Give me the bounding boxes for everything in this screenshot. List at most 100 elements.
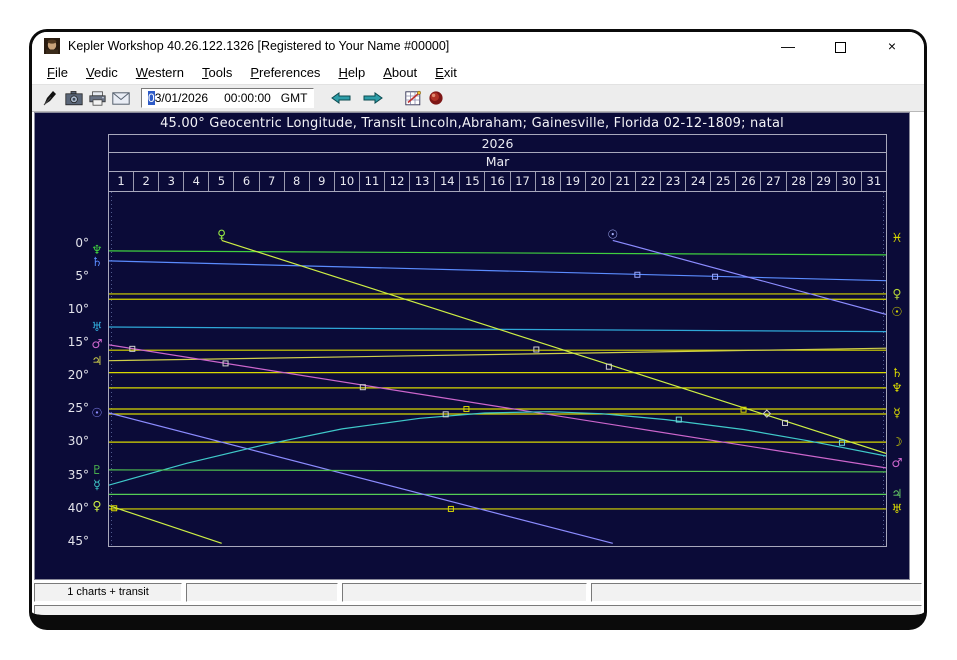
- year-row: 2026: [109, 135, 886, 153]
- left-glyph-sun: ☉: [88, 405, 106, 421]
- day-cell: 1: [109, 172, 134, 191]
- transit-line-neptune: [109, 251, 886, 255]
- left-arrow-icon: [331, 92, 351, 104]
- aspect-marker: [839, 440, 844, 445]
- y-axis-label: 15°: [51, 335, 89, 349]
- menu-item-vedic[interactable]: Vedic: [77, 62, 127, 83]
- day-cell: 9: [310, 172, 335, 191]
- draw-button[interactable]: [40, 87, 62, 109]
- envelope-icon: [112, 92, 130, 105]
- y-axis-label: 20°: [51, 368, 89, 382]
- date-text: 3/01/2026: [155, 91, 208, 105]
- maximize-button[interactable]: [818, 32, 862, 60]
- close-button[interactable]: ×: [870, 32, 914, 60]
- day-cell: 16: [485, 172, 510, 191]
- day-cell: 23: [661, 172, 686, 191]
- transit-line-mercury: [109, 412, 886, 485]
- left-glyph-venus: ♀: [88, 498, 106, 514]
- status-bar: 1 charts + transit: [34, 583, 922, 602]
- email-button[interactable]: [109, 87, 133, 109]
- day-cell: 22: [636, 172, 661, 191]
- transit-line-saturn: [109, 261, 886, 281]
- minimize-button[interactable]: —: [766, 32, 810, 60]
- left-glyph-saturn: ♄: [88, 254, 106, 270]
- left-glyph-jupiter: ♃: [88, 353, 106, 369]
- day-cell: 30: [837, 172, 862, 191]
- chart-title: 45.00° Geocentric Longitude, Transit Lin…: [35, 116, 909, 131]
- plot-glyph-venus-ingress: ♀: [217, 227, 226, 241]
- app-icon: [44, 38, 60, 54]
- status-cell-2: [186, 583, 338, 602]
- date-input[interactable]: 03/01/2026 00:00:00 GMT: [141, 88, 314, 108]
- day-cell: 15: [460, 172, 485, 191]
- camera-button[interactable]: [62, 87, 86, 109]
- day-cell: 21: [611, 172, 636, 191]
- sphere-button[interactable]: [425, 87, 447, 109]
- transit-line-venus: [109, 506, 222, 544]
- left-glyph-pluto: ♇: [88, 462, 106, 478]
- camera-icon: [65, 91, 83, 106]
- left-glyph-column: ♆♄♅♂♃☉♇☿♀: [88, 113, 106, 579]
- day-cell: 4: [184, 172, 209, 191]
- day-cell: 24: [686, 172, 711, 191]
- day-cell: 14: [435, 172, 460, 191]
- y-axis-label: 5°: [51, 269, 89, 283]
- y-axis-label: 25°: [51, 401, 89, 415]
- step-back-button[interactable]: [328, 87, 354, 109]
- status-cell-charts: 1 charts + transit: [34, 583, 182, 602]
- right-glyph-neptune: ♆: [888, 380, 906, 396]
- menu-item-western[interactable]: Western: [127, 62, 193, 83]
- right-arrow-icon: [363, 92, 383, 104]
- left-glyph-mars: ♂: [88, 336, 106, 352]
- right-glyph-uranus: ♅: [888, 501, 906, 517]
- right-glyph-venus: ♀: [888, 286, 906, 302]
- menu-item-help[interactable]: Help: [329, 62, 374, 83]
- y-axis-label: 40°: [51, 501, 89, 515]
- menu-item-tools[interactable]: Tools: [193, 62, 241, 83]
- day-cell: 28: [787, 172, 812, 191]
- y-axis-label: 45°: [51, 534, 89, 548]
- right-glyph-column: ♓♀☉♄♆☿☽♂♃♅: [888, 113, 906, 579]
- day-cell: 6: [234, 172, 259, 191]
- left-glyph-mercury: ☿: [88, 477, 106, 493]
- y-axis-label: 35°: [51, 468, 89, 482]
- day-cell: 26: [736, 172, 761, 191]
- day-cell: 3: [159, 172, 184, 191]
- menu-bar: FileVedicWesternToolsPreferencesHelpAbou…: [32, 60, 924, 85]
- menu-item-preferences[interactable]: Preferences: [241, 62, 329, 83]
- day-cell: 12: [385, 172, 410, 191]
- menu-item-about[interactable]: About: [374, 62, 426, 83]
- step-forward-button[interactable]: [360, 87, 386, 109]
- day-cell: 8: [285, 172, 310, 191]
- timezone-label: GMT: [281, 91, 308, 105]
- day-cell: 13: [410, 172, 435, 191]
- status-strip: [34, 605, 922, 618]
- menu-item-file[interactable]: File: [38, 62, 77, 83]
- chart-area: 45.00° Geocentric Longitude, Transit Lin…: [34, 112, 910, 580]
- day-cell: 18: [536, 172, 561, 191]
- print-button[interactable]: [86, 87, 109, 109]
- maximize-box-icon: [835, 42, 846, 53]
- status-cell-3: [342, 583, 587, 602]
- aspect-marker: [534, 347, 539, 352]
- day-cell: 29: [812, 172, 837, 191]
- right-glyph-moon: ☽: [888, 434, 906, 450]
- plot-frame: 2026 Mar 1234567891011121314151617181920…: [108, 134, 887, 547]
- chart-grid-icon: [405, 90, 422, 106]
- day-cell: 7: [260, 172, 285, 191]
- right-glyph-pisces: ♓: [888, 230, 906, 246]
- day-cell: 17: [511, 172, 536, 191]
- y-axis-label: 0°: [51, 236, 89, 250]
- y-axis-label: 30°: [51, 434, 89, 448]
- right-glyph-mars: ♂: [888, 455, 906, 471]
- red-sphere-icon: [428, 90, 444, 106]
- day-cell: 11: [360, 172, 385, 191]
- left-glyph-uranus: ♅: [88, 319, 106, 335]
- menu-item-exit[interactable]: Exit: [426, 62, 466, 83]
- transit-line-sun: [613, 240, 886, 314]
- day-cell: 31: [862, 172, 886, 191]
- time-display[interactable]: 00:00:00: [224, 91, 271, 105]
- day-cell: 5: [209, 172, 234, 191]
- chart-tool-button[interactable]: [402, 87, 425, 109]
- app-window: Kepler Workshop 40.26.122.1326 [Register…: [29, 29, 927, 630]
